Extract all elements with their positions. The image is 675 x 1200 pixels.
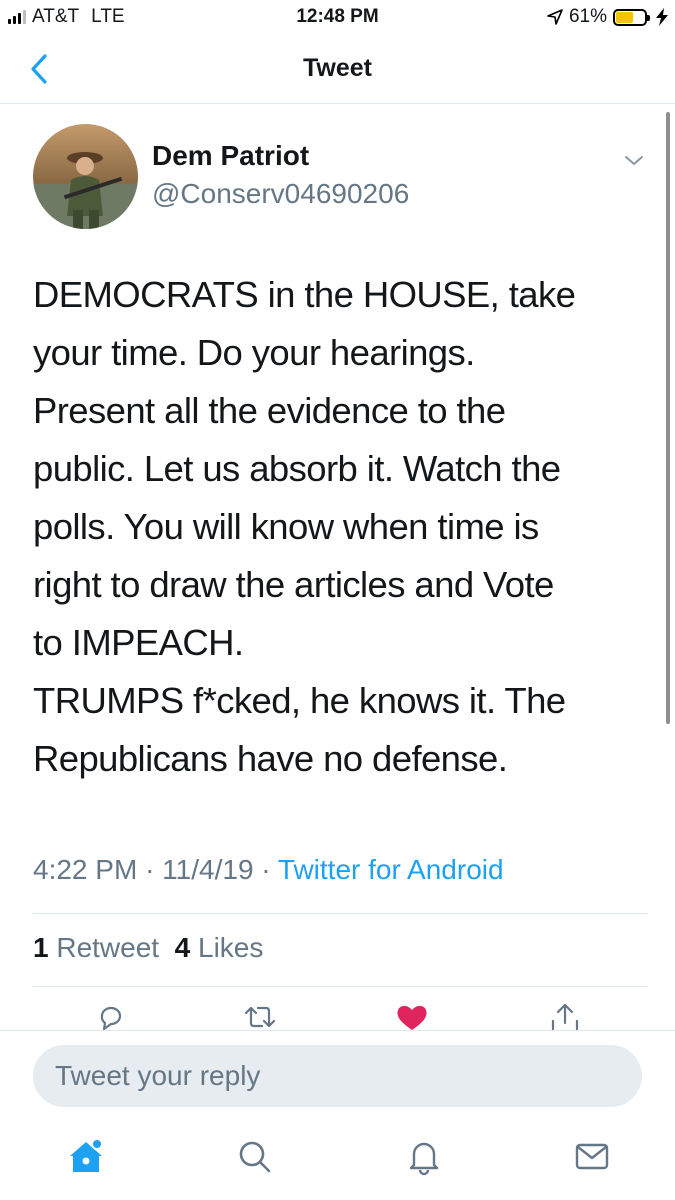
scrollbar[interactable] bbox=[666, 112, 670, 724]
messages-icon[interactable] bbox=[572, 1136, 612, 1176]
notifications-icon[interactable] bbox=[404, 1136, 444, 1176]
likes-stat[interactable]: 4 Likes bbox=[175, 932, 264, 963]
reply-input[interactable] bbox=[33, 1045, 642, 1107]
divider bbox=[33, 986, 648, 987]
search-icon[interactable] bbox=[234, 1136, 274, 1176]
author-name[interactable]: Dem Patriot bbox=[152, 140, 309, 172]
retweet-icon[interactable] bbox=[243, 1003, 277, 1031]
like-icon[interactable] bbox=[395, 1003, 429, 1031]
meta-separator: · bbox=[145, 854, 155, 885]
retweet-count: 1 bbox=[33, 932, 49, 963]
charging-bolt-icon bbox=[656, 8, 668, 26]
battery-level-fill bbox=[616, 11, 634, 23]
avatar[interactable] bbox=[33, 124, 138, 229]
share-icon[interactable] bbox=[548, 1003, 582, 1031]
reply-bar bbox=[0, 1030, 675, 1110]
tweet-source-link[interactable]: Twitter for Android bbox=[278, 854, 504, 885]
chevron-down-icon[interactable] bbox=[620, 150, 648, 170]
tweet-meta: 4:22 PM · 11/4/19 · Twitter for Android bbox=[33, 854, 504, 886]
meta-separator: · bbox=[261, 854, 271, 885]
navigation-header: Tweet bbox=[0, 34, 675, 104]
status-bar: AT&T LTE 12:48 PM 61% bbox=[0, 0, 675, 34]
retweet-label: Retweet bbox=[56, 932, 160, 963]
avatar-image bbox=[33, 124, 138, 229]
battery-icon bbox=[613, 8, 650, 26]
tweet-stats: 1 Retweet 4 Likes bbox=[33, 932, 263, 964]
author-handle[interactable]: @Conserv04690206 bbox=[152, 178, 409, 210]
battery-percent: 61% bbox=[568, 6, 607, 27]
bottom-tab-bar bbox=[0, 1124, 675, 1200]
home-icon[interactable] bbox=[66, 1136, 106, 1176]
tweet-text: DEMOCRATS in the HOUSE, take your time. … bbox=[33, 274, 576, 779]
page-title: Tweet bbox=[303, 54, 372, 82]
like-label: Likes bbox=[198, 932, 264, 963]
status-right: 61% bbox=[547, 6, 669, 28]
reply-icon[interactable] bbox=[94, 1003, 128, 1031]
location-arrow-icon bbox=[547, 9, 563, 25]
tweet-date: 11/4/19 bbox=[162, 854, 254, 885]
like-count: 4 bbox=[174, 932, 191, 963]
divider bbox=[33, 913, 648, 914]
retweets-stat[interactable]: 1 Retweet bbox=[33, 932, 159, 963]
tweet-time: 4:22 PM bbox=[33, 854, 138, 885]
